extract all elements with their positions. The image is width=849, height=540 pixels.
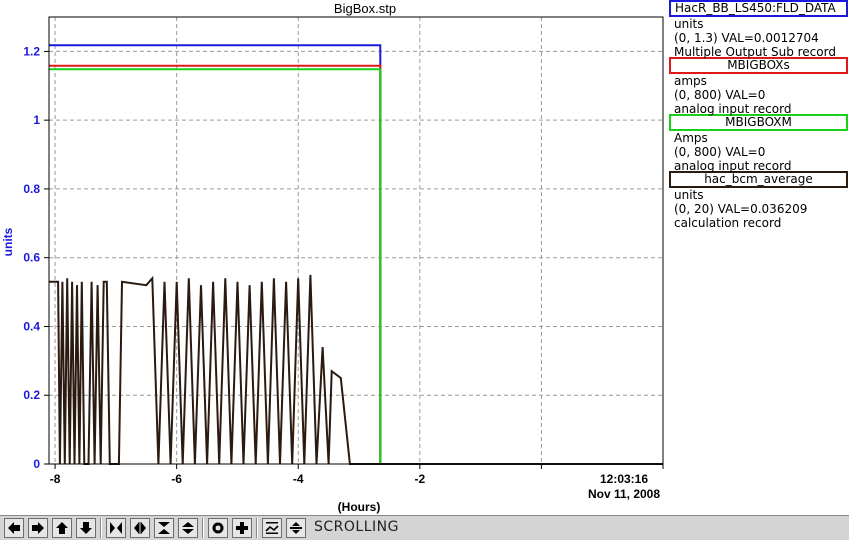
zoom-in-horizontal-icon[interactable] xyxy=(106,518,126,538)
y-tick-label: 1.2 xyxy=(23,44,40,58)
plot-frame xyxy=(48,16,664,465)
legend-value: (0, 20) VAL=0.036209 xyxy=(674,202,808,216)
autoscale-icon[interactable] xyxy=(262,518,282,538)
zoom-out-vertical-icon[interactable] xyxy=(178,518,198,538)
scroll-up-icon[interactable] xyxy=(52,518,72,538)
legend-units: Amps xyxy=(674,131,708,145)
legend-record: Multiple Output Sub record xyxy=(674,45,836,59)
scroll-down-icon[interactable] xyxy=(76,518,96,538)
legend-series-name[interactable]: MBIGBOXs xyxy=(669,57,848,74)
series-line-1 xyxy=(49,64,663,465)
legend-record: calculation record xyxy=(674,216,782,230)
scroll-right-icon[interactable] xyxy=(28,518,48,538)
legend-units: amps xyxy=(674,74,707,88)
x-axis-label: (Hours) xyxy=(338,500,381,514)
toolbar: SCROLLING xyxy=(0,515,849,540)
legend-series-name[interactable]: HacR_BB_LS450:FLD_DATA xyxy=(669,0,848,17)
timestamp-date: Nov 11, 2008 xyxy=(588,487,660,501)
legend: HacR_BB_LS450:FLD_DATA units (0, 1.3) VAL=… xyxy=(668,0,849,230)
chart-title: BigBox.stp xyxy=(334,1,396,16)
legend-units: units xyxy=(674,17,704,31)
legend-entry: MBIGBOXM Amps (0, 800) VAL=0 analog input r… xyxy=(668,114,849,173)
series-line-2 xyxy=(49,68,663,465)
zoom-out-horizontal-icon[interactable] xyxy=(130,518,150,538)
series-layer xyxy=(49,44,663,465)
plus-icon[interactable] xyxy=(232,518,252,538)
series-line-3 xyxy=(49,274,663,465)
y-tick-label: 0.6 xyxy=(23,251,40,265)
toolbar-separator xyxy=(100,518,102,538)
scale-icon[interactable] xyxy=(286,518,306,538)
legend-entry: HacR_BB_LS450:FLD_DATA units (0, 1.3) VAL=… xyxy=(668,0,849,59)
y-tick-label: 1 xyxy=(33,113,40,127)
y-tick-label: 0 xyxy=(33,457,40,471)
scroll-left-icon[interactable] xyxy=(4,518,24,538)
toolbar-separator xyxy=(202,518,204,538)
legend-series-name[interactable]: hac_bcm_average xyxy=(669,171,848,188)
legend-value: (0, 800) VAL=0 xyxy=(674,88,766,102)
legend-series-name[interactable]: MBIGBOXM xyxy=(669,114,848,131)
legend-value: (0, 1.3) VAL=0.0012704 xyxy=(674,31,819,45)
y-tick-label: 0.2 xyxy=(23,388,40,402)
legend-value: (0, 800) VAL=0 xyxy=(674,145,766,159)
chart-plot: BigBox.stp units (Hours) 12:03:16 Nov 11… xyxy=(1,1,664,514)
toolbar-separator xyxy=(256,518,258,538)
y-tick-label: 0.8 xyxy=(23,182,40,196)
x-tick-label: -6 xyxy=(171,472,182,486)
x-tick-label: -8 xyxy=(50,472,61,486)
legend-entry: MBIGBOXs amps (0, 800) VAL=0 analog input r… xyxy=(668,57,849,116)
mode-label: SCROLLING xyxy=(314,519,399,535)
zoom-reset-icon[interactable] xyxy=(208,518,228,538)
timestamp-time: 12:03:16 xyxy=(600,472,648,486)
zoom-in-vertical-icon[interactable] xyxy=(154,518,174,538)
y-axis-label: units xyxy=(1,227,15,256)
x-tick-label: -2 xyxy=(414,472,425,486)
legend-units: units xyxy=(674,188,704,202)
series-line-0 xyxy=(49,44,663,465)
grid xyxy=(49,17,664,465)
x-tick-label: -4 xyxy=(293,472,304,486)
legend-entry: hac_bcm_average units (0, 20) VAL=0.036209… xyxy=(668,171,849,230)
y-tick-label: 0.4 xyxy=(23,319,40,333)
